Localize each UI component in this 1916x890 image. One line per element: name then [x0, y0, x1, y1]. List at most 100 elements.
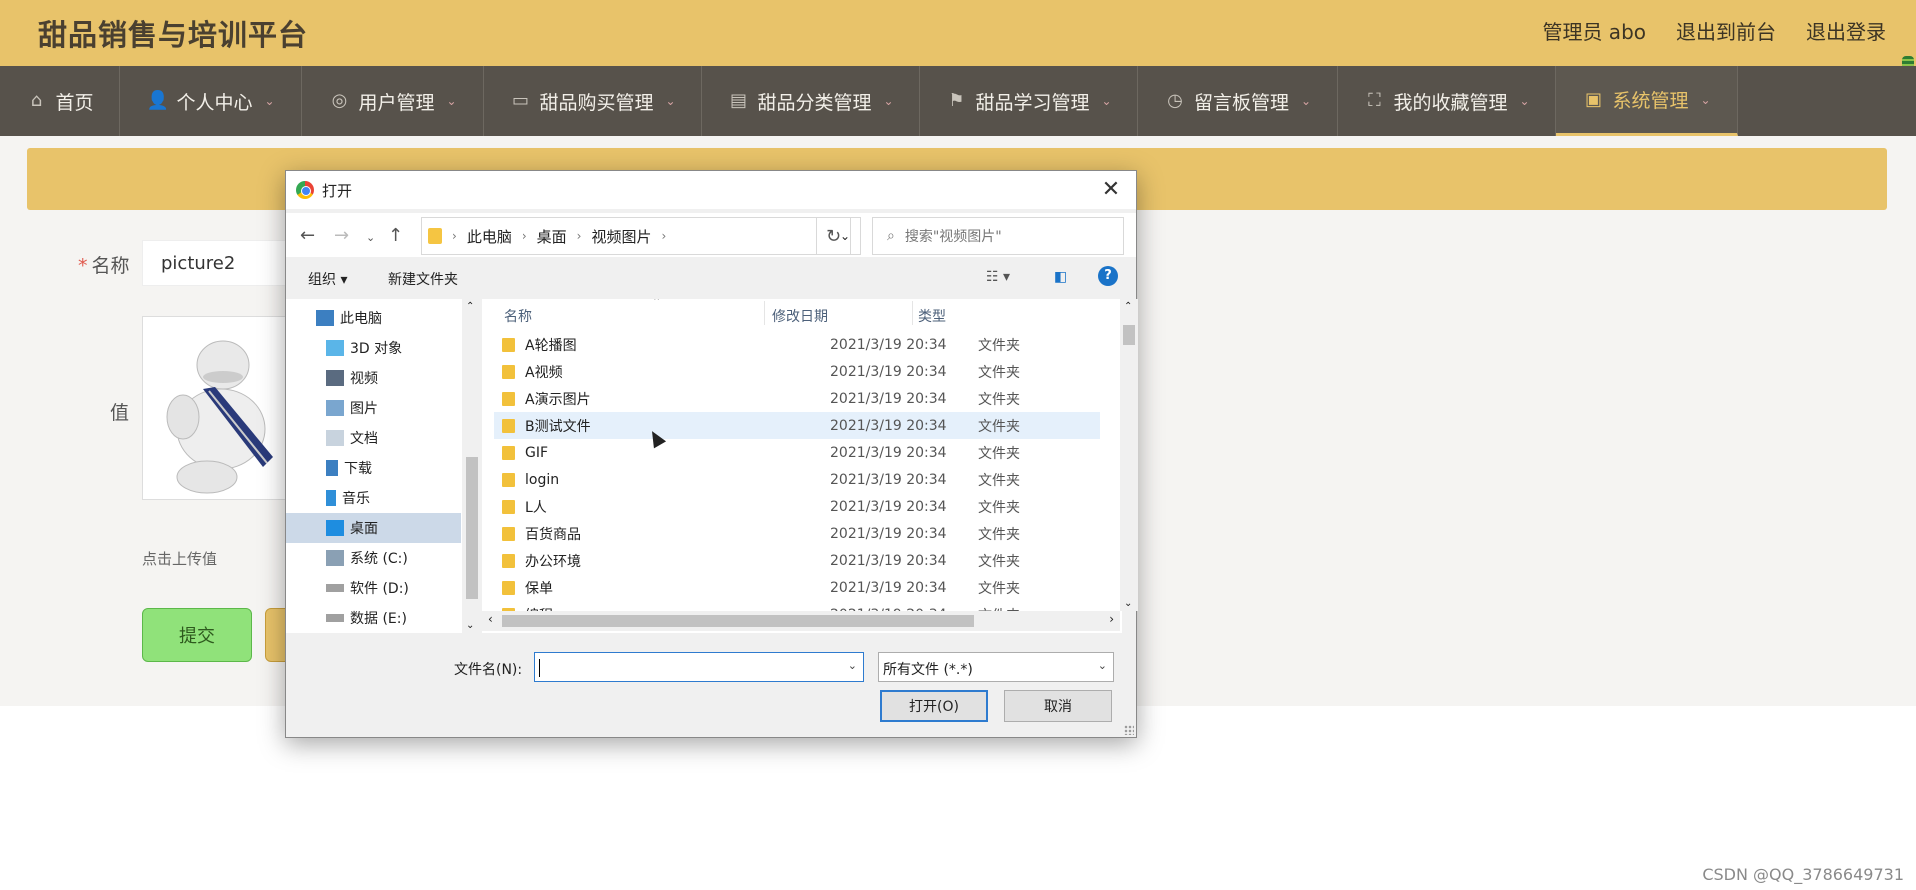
- help-icon[interactable]: ?: [1098, 266, 1118, 286]
- tree-item-music[interactable]: 音乐: [286, 483, 461, 513]
- folder-icon: [502, 337, 515, 352]
- file-row[interactable]: B测试文件 2021/3/19 20:34 文件夹: [494, 412, 1100, 439]
- list-scrollbar[interactable]: ⌃ ⌄: [1120, 299, 1138, 611]
- scroll-left-icon[interactable]: ‹: [488, 612, 493, 626]
- file-row[interactable]: login 2021/3/19 20:34 文件夹: [494, 466, 1100, 493]
- new-folder-button[interactable]: 新建文件夹: [388, 269, 458, 289]
- tree-item-desktop[interactable]: 桌面: [286, 513, 461, 543]
- tree-item-documents[interactable]: 文档: [286, 423, 461, 453]
- nav-label: 甜品购买管理: [539, 91, 654, 114]
- refresh-icon[interactable]: ↻: [816, 217, 851, 255]
- column-type[interactable]: 类型: [918, 306, 946, 326]
- scrollbar-thumb[interactable]: [502, 615, 974, 627]
- music-icon: [326, 490, 336, 506]
- computer-icon: [316, 310, 334, 326]
- tree-item-pc[interactable]: 此电脑: [286, 303, 461, 333]
- tree-scrollbar[interactable]: ⌃ ⌄: [462, 299, 480, 633]
- close-icon[interactable]: ✕: [1098, 177, 1124, 203]
- tree-item-pictures[interactable]: 图片: [286, 393, 461, 423]
- tree-item-downloads[interactable]: 下载: [286, 453, 461, 483]
- nav-item-purchase-management[interactable]: ▭ 甜品购买管理 ⌄: [484, 66, 702, 136]
- nav-item-home[interactable]: ⌂ 首页: [0, 66, 120, 136]
- back-arrow-icon[interactable]: ←: [300, 225, 315, 246]
- scrollbar-thumb[interactable]: [466, 457, 478, 599]
- resize-grip[interactable]: [1124, 725, 1134, 735]
- chrome-icon: [296, 181, 314, 199]
- tree-item-drive-d[interactable]: 软件 (D:): [286, 573, 461, 603]
- file-row[interactable]: A轮播图 2021/3/19 20:34 文件夹: [494, 331, 1100, 358]
- filename-label: 文件名(N):: [454, 662, 523, 678]
- file-row[interactable]: L人 2021/3/19 20:34 文件夹: [494, 493, 1100, 520]
- search-input[interactable]: ⌕ 搜索"视频图片": [872, 217, 1124, 255]
- folder-icon: [502, 391, 515, 406]
- nav-item-user-management[interactable]: ◎ 用户管理 ⌄: [302, 66, 484, 136]
- column-name[interactable]: 名称: [504, 306, 532, 326]
- flag-icon: ⚑: [948, 90, 965, 111]
- view-options-icon[interactable]: ☷ ▾: [986, 269, 1010, 285]
- filetype-select[interactable]: 所有文件 (*.*) ⌄: [878, 652, 1114, 682]
- file-date: 2021/3/19 20:34: [830, 552, 947, 569]
- logout-link[interactable]: 退出登录: [1806, 16, 1886, 45]
- nav-item-category-management[interactable]: ▤ 甜品分类管理 ⌄: [702, 66, 920, 136]
- nav-item-favorites[interactable]: ⛶ 我的收藏管理 ⌄: [1338, 66, 1556, 136]
- column-date[interactable]: 修改日期: [772, 306, 828, 326]
- desktop-icon: [326, 520, 344, 536]
- folder-icon: [502, 418, 515, 433]
- breadcrumb-video-images[interactable]: 视频图片: [591, 226, 651, 247]
- address-bar[interactable]: › 此电脑 › 桌面 › 视频图片 › ⌄: [421, 217, 861, 255]
- breadcrumb-pc[interactable]: 此电脑: [467, 226, 512, 247]
- horizontal-scrollbar[interactable]: ‹ ›: [482, 611, 1120, 631]
- nav-label: 首页: [55, 91, 94, 114]
- dialog-toolbar: 组织 ▾ 新建文件夹 ☷ ▾ ◧ ?: [286, 257, 1136, 297]
- picture-icon: [326, 400, 344, 416]
- column-divider[interactable]: [764, 301, 765, 325]
- file-name: 百货商品: [525, 526, 581, 543]
- submit-button[interactable]: 提交: [142, 608, 252, 662]
- folder-icon: [502, 472, 515, 487]
- folder-icon: [502, 499, 515, 514]
- cancel-button[interactable]: 取消: [1004, 690, 1112, 722]
- scroll-up-icon[interactable]: ⌃: [1124, 301, 1132, 312]
- name-input[interactable]: picture2: [142, 240, 292, 286]
- scroll-up-icon[interactable]: ⌃: [466, 301, 474, 312]
- scroll-right-icon[interactable]: ›: [1109, 612, 1114, 626]
- scroll-down-icon[interactable]: ⌄: [1124, 598, 1132, 609]
- tree-item-drive-c[interactable]: 系统 (C:): [286, 543, 461, 573]
- chevron-down-icon[interactable]: ⌄: [848, 659, 857, 672]
- up-arrow-icon[interactable]: ↑: [388, 225, 403, 246]
- breadcrumb-desktop[interactable]: 桌面: [537, 226, 567, 247]
- file-row[interactable]: 百货商品 2021/3/19 20:34 文件夹: [494, 520, 1100, 547]
- nav-item-personal-center[interactable]: 👤 个人中心 ⌄: [120, 66, 302, 136]
- open-button[interactable]: 打开(O): [880, 690, 988, 722]
- filename-input[interactable]: ⌄: [534, 652, 864, 682]
- file-name: 保单: [525, 580, 553, 597]
- column-divider[interactable]: [912, 301, 913, 325]
- chevron-right-icon: ›: [452, 229, 457, 243]
- organize-menu[interactable]: 组织 ▾: [308, 269, 347, 289]
- file-row[interactable]: GIF 2021/3/19 20:34 文件夹: [494, 439, 1100, 466]
- upload-hint[interactable]: 点击上传值: [142, 548, 217, 569]
- forward-arrow-icon[interactable]: →: [334, 225, 349, 246]
- file-name: L人: [525, 499, 547, 516]
- recent-dropdown-icon[interactable]: ⌄: [366, 231, 375, 244]
- file-row[interactable]: 保单 2021/3/19 20:34 文件夹: [494, 574, 1100, 601]
- file-date: 2021/3/19 20:34: [830, 417, 947, 434]
- tree-item-drive-e[interactable]: 数据 (E:): [286, 603, 461, 633]
- tree-item-videos[interactable]: 视频: [286, 363, 461, 393]
- file-row[interactable]: 办公环境 2021/3/19 20:34 文件夹: [494, 547, 1100, 574]
- file-row[interactable]: A视频 2021/3/19 20:34 文件夹: [494, 358, 1100, 385]
- cube-icon: [326, 340, 344, 356]
- uploaded-image-preview[interactable]: [142, 316, 292, 500]
- scroll-down-icon[interactable]: ⌄: [466, 620, 474, 631]
- nav-item-learning-management[interactable]: ⚑ 甜品学习管理 ⌄: [920, 66, 1138, 136]
- nav-item-system-management[interactable]: ▣ 系统管理 ⌄: [1556, 66, 1738, 136]
- file-row[interactable]: A演示图片 2021/3/19 20:34 文件夹: [494, 385, 1100, 412]
- preview-pane-icon[interactable]: ◧: [1054, 269, 1067, 285]
- exit-to-front-link[interactable]: 退出到前台: [1676, 16, 1776, 45]
- tree-item-3d[interactable]: 3D 对象: [286, 333, 461, 363]
- file-name: A演示图片: [525, 391, 591, 408]
- nav-item-message-board[interactable]: ◷ 留言板管理 ⌄: [1138, 66, 1338, 136]
- file-date: 2021/3/19 20:34: [830, 336, 947, 353]
- file-type: 文件夹: [978, 445, 1020, 462]
- scrollbar-thumb[interactable]: [1123, 325, 1135, 345]
